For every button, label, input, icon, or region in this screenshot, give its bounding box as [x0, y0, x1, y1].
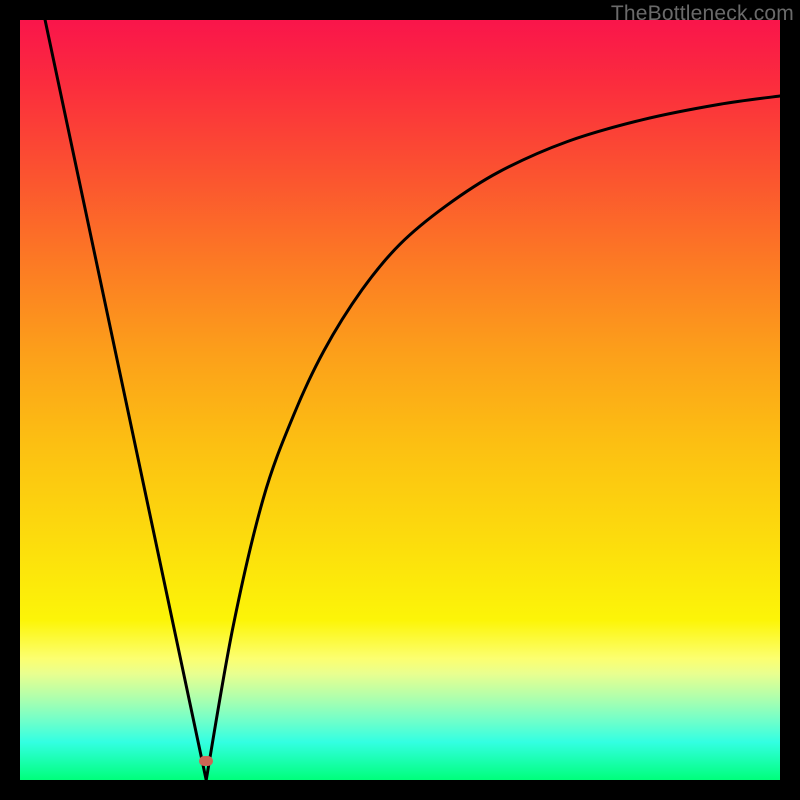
bottleneck-curve	[20, 20, 780, 780]
chart-frame	[20, 20, 780, 780]
optimum-marker	[199, 756, 213, 766]
watermark-text: TheBottleneck.com	[611, 2, 794, 26]
